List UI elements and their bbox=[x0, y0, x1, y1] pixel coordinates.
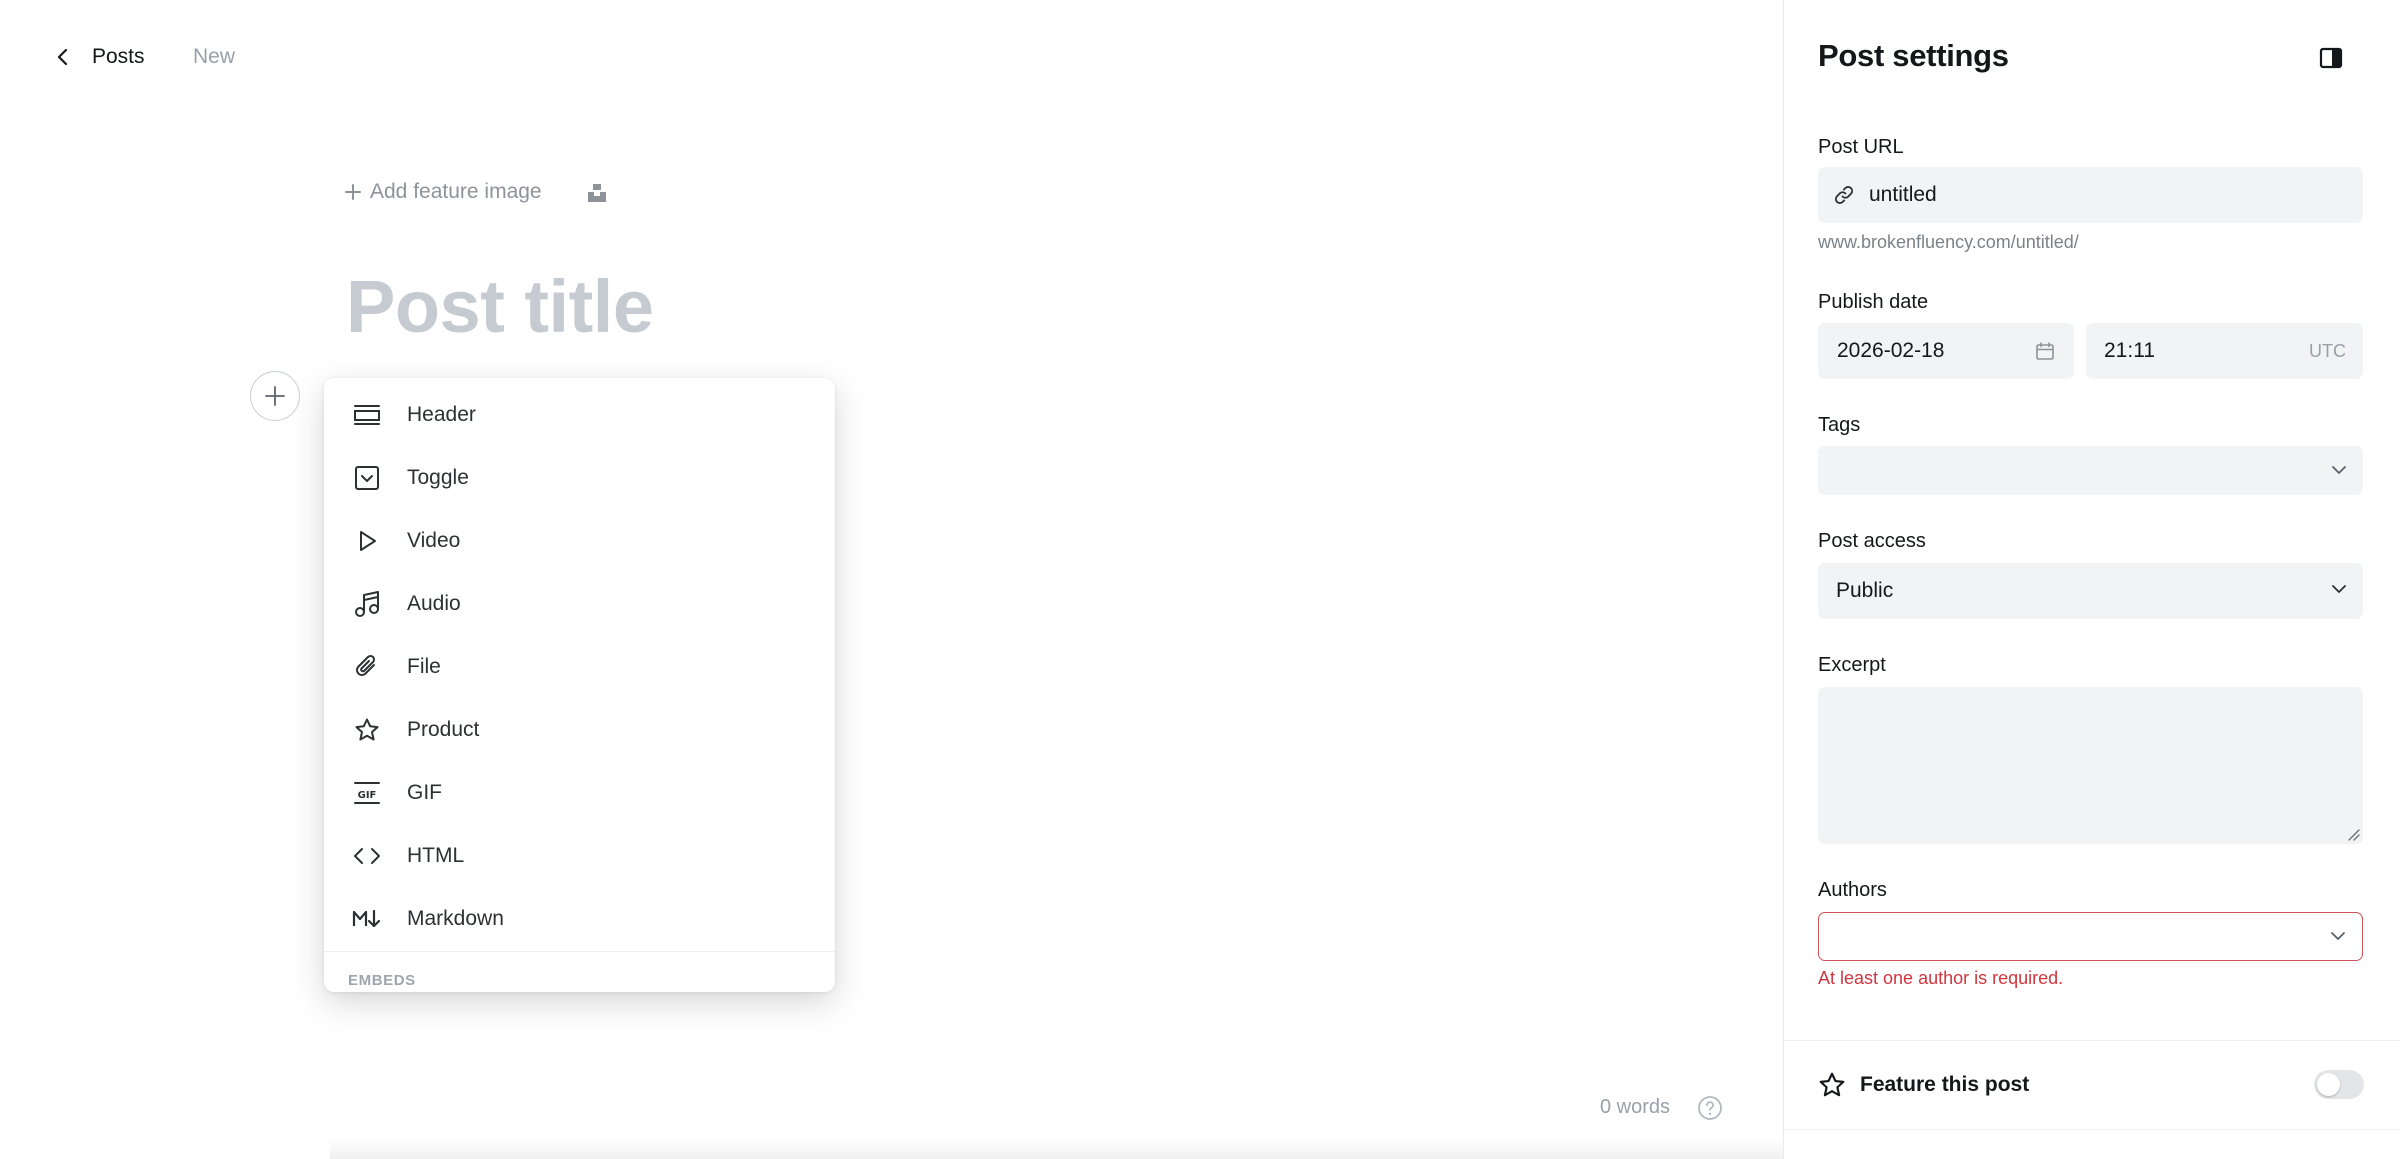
star-icon bbox=[1819, 1072, 1845, 1097]
toggle-icon bbox=[352, 463, 382, 493]
panel-title: Post settings bbox=[1818, 38, 2009, 73]
gif-icon: GIF bbox=[352, 778, 382, 808]
chevron-down-icon bbox=[2332, 585, 2346, 593]
word-count: 0 words bbox=[1600, 1096, 1671, 1118]
menu-item-product[interactable]: Product bbox=[324, 698, 835, 761]
breadcrumb-posts-link[interactable]: Posts bbox=[92, 44, 145, 70]
unsplash-icon[interactable] bbox=[586, 182, 608, 204]
post-access-value: Public bbox=[1836, 579, 1894, 602]
menu-item-toggle[interactable]: Toggle bbox=[324, 446, 835, 509]
toggle-knob bbox=[2317, 1073, 2340, 1096]
post-status: New bbox=[193, 45, 236, 68]
divider bbox=[1783, 1040, 2400, 1041]
help-icon[interactable] bbox=[1697, 1095, 1723, 1121]
product-icon bbox=[352, 715, 382, 745]
menu-item-label: Markdown bbox=[407, 906, 504, 930]
sidebar-toggle-icon[interactable] bbox=[2318, 46, 2344, 70]
video-icon bbox=[352, 526, 382, 556]
add-feature-image-label: Add feature image bbox=[370, 180, 542, 203]
audio-icon bbox=[352, 589, 382, 619]
menu-item-file[interactable]: File bbox=[324, 635, 835, 698]
menu-item-label: GIF bbox=[407, 780, 442, 804]
menu-item-label: Product bbox=[407, 717, 480, 741]
menu-item-label: Audio bbox=[407, 591, 461, 615]
publish-time-value: 21:11 bbox=[2104, 339, 2155, 362]
html-icon bbox=[352, 841, 382, 871]
post-url-input[interactable]: untitled bbox=[1818, 167, 2363, 223]
file-icon bbox=[352, 652, 382, 682]
svg-text:GIF: GIF bbox=[358, 790, 377, 801]
post-url-label: Post URL bbox=[1818, 136, 1904, 158]
divider bbox=[1783, 1129, 2400, 1130]
post-title-placeholder[interactable]: Post title bbox=[346, 262, 1646, 352]
menu-item-video[interactable]: Video bbox=[324, 509, 835, 572]
feature-post-toggle[interactable] bbox=[2314, 1070, 2364, 1099]
menu-item-html[interactable]: HTML bbox=[324, 824, 835, 887]
plus-icon bbox=[265, 386, 285, 406]
back-icon[interactable] bbox=[50, 44, 76, 70]
tags-select[interactable] bbox=[1818, 446, 2363, 495]
menu-item-label: Toggle bbox=[407, 465, 469, 489]
menu-item-header[interactable]: Header bbox=[324, 383, 835, 446]
chevron-down-icon bbox=[2332, 466, 2346, 474]
editor-bottom-shadow bbox=[330, 1138, 1910, 1159]
menu-divider bbox=[324, 951, 835, 952]
markdown-icon bbox=[352, 904, 382, 934]
excerpt-label: Excerpt bbox=[1818, 654, 1886, 676]
timezone-label: UTC bbox=[2309, 341, 2346, 361]
menu-item-label: Video bbox=[407, 528, 461, 552]
menu-item-gif[interactable]: GIF GIF bbox=[324, 761, 835, 824]
menu-item-label: File bbox=[407, 654, 441, 678]
post-access-select[interactable]: Public bbox=[1818, 563, 2363, 619]
chevron-down-icon bbox=[2331, 932, 2345, 940]
authors-error-message: At least one author is required. bbox=[1818, 968, 2064, 988]
publish-time-input[interactable]: 21:11 UTC bbox=[2086, 323, 2363, 379]
authors-label: Authors bbox=[1818, 879, 1887, 901]
resize-handle-icon[interactable] bbox=[2346, 827, 2360, 841]
add-card-button[interactable] bbox=[250, 371, 300, 421]
authors-select[interactable] bbox=[1818, 912, 2363, 961]
publish-date-input[interactable]: 2026-02-18 bbox=[1818, 323, 2074, 379]
header-icon bbox=[352, 400, 382, 430]
excerpt-textarea[interactable] bbox=[1818, 687, 2363, 844]
menu-item-label: HTML bbox=[407, 843, 465, 867]
calendar-icon[interactable] bbox=[2035, 341, 2055, 361]
menu-item-audio[interactable]: Audio bbox=[324, 572, 835, 635]
feature-post-label: Feature this post bbox=[1860, 1073, 2030, 1096]
post-url-value: untitled bbox=[1869, 183, 1937, 206]
menu-item-label: Header bbox=[407, 402, 476, 426]
post-url-preview: www.brokenfluency.com/untitled/ bbox=[1818, 232, 2079, 252]
tags-label: Tags bbox=[1818, 414, 1861, 436]
add-feature-image-button[interactable]: Add feature image bbox=[344, 180, 542, 204]
plus-icon bbox=[345, 184, 361, 200]
post-access-label: Post access bbox=[1818, 530, 1926, 552]
publish-date-label: Publish date bbox=[1818, 291, 1929, 313]
link-icon bbox=[1834, 186, 1854, 204]
menu-section-embeds: EMBEDS bbox=[348, 972, 416, 989]
menu-item-markdown[interactable]: Markdown bbox=[324, 887, 835, 950]
feature-post-row: Feature this post bbox=[1818, 1071, 2029, 1099]
card-menu: Header Toggle Video Audio File Product G… bbox=[324, 378, 835, 992]
publish-date-value: 2026-02-18 bbox=[1837, 339, 1945, 362]
